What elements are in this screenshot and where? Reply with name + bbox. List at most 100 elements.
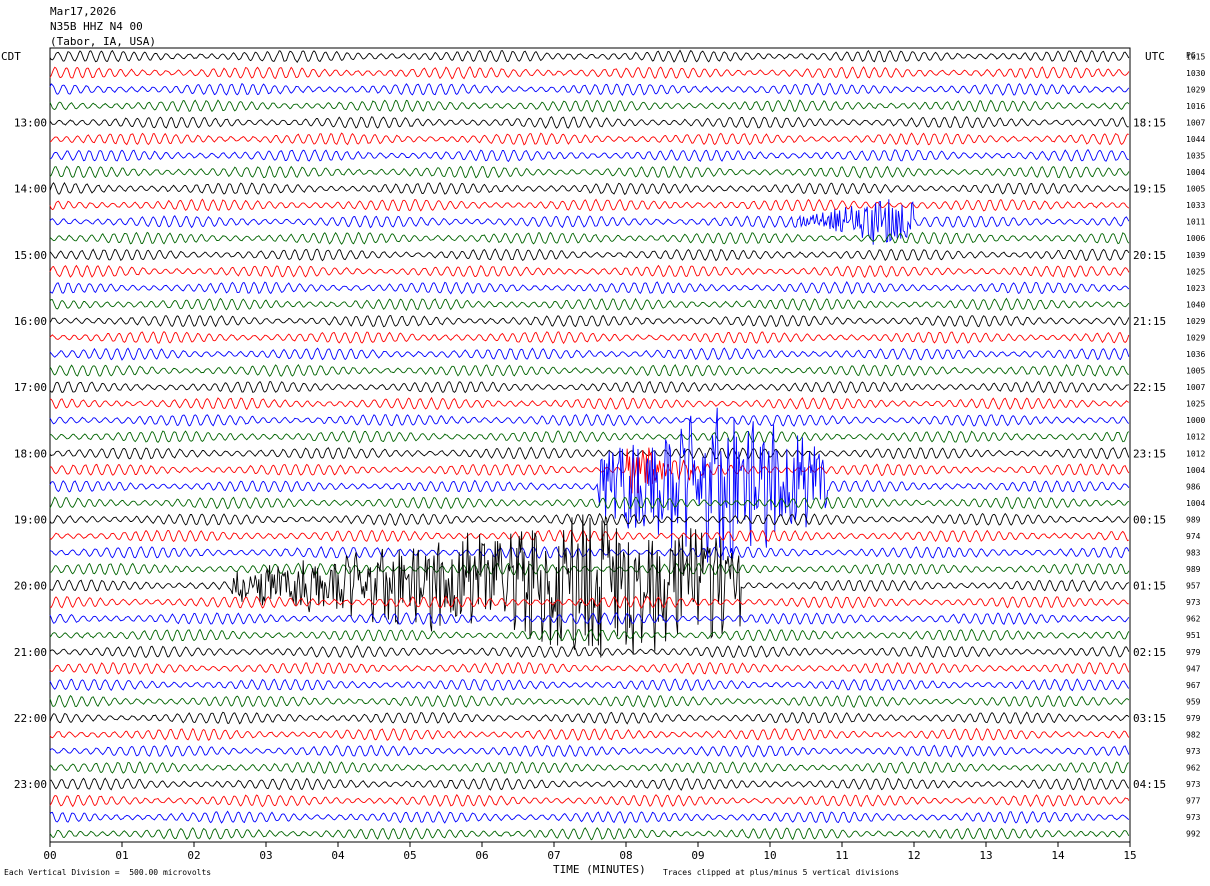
pg-value-46: 973 (1186, 813, 1201, 822)
trace-row-23 (49, 430, 1130, 444)
trace-row-21 (49, 396, 1130, 411)
trace-row-14 (49, 280, 1130, 295)
trace-row-39 (49, 694, 1130, 709)
pg-value-9: 1033 (1186, 201, 1205, 210)
trace-row-12 (49, 248, 1130, 262)
trace-row-11 (49, 231, 1130, 245)
trace-row-13 (49, 264, 1130, 278)
pg-value-20: 1007 (1186, 383, 1205, 392)
pg-value-30: 983 (1186, 549, 1201, 558)
pg-value-19: 1005 (1186, 367, 1205, 376)
pg-value-7: 1004 (1186, 168, 1205, 177)
trace-row-43 (49, 761, 1130, 774)
pg-value-40: 979 (1186, 714, 1201, 723)
cdt-label-23:00: 23:00 (14, 778, 47, 791)
pg-value-21: 1025 (1186, 400, 1205, 409)
trace-row-6 (49, 148, 1129, 163)
pg-value-25: 1004 (1186, 466, 1205, 475)
trace-row-5 (49, 132, 1129, 146)
pg-value-28: 989 (1186, 515, 1201, 524)
pg-value-14: 1023 (1186, 284, 1205, 293)
trace-row-20 (49, 380, 1129, 394)
trace-row-19 (49, 363, 1129, 377)
x-tick-label-13: 13 (979, 849, 992, 862)
utc-label-03:15: 03:15 (1133, 712, 1166, 725)
trace-row-2 (49, 82, 1130, 96)
pg-value-26: 986 (1186, 482, 1201, 491)
trace-row-17 (49, 330, 1130, 345)
trace-row-4 (49, 115, 1129, 129)
plot-frame (49, 47, 1131, 843)
trace-row-40 (49, 711, 1130, 725)
trace-row-7 (49, 165, 1130, 179)
trace-row-3 (49, 99, 1130, 113)
x-tick-label-11: 11 (835, 849, 848, 862)
cdt-label-18:00: 18:00 (14, 447, 47, 460)
x-tick-label-14: 14 (1051, 849, 1065, 862)
pg-value-3: 1016 (1186, 102, 1205, 111)
pg-value-22: 1000 (1186, 416, 1205, 425)
x-tick-label-01: 01 (115, 849, 128, 862)
trace-row-35 (49, 628, 1130, 642)
cdt-label-19:00: 19:00 (14, 513, 47, 526)
utc-label-19:15: 19:15 (1133, 183, 1166, 196)
trace-row-44 (49, 777, 1130, 792)
trace-row-1 (49, 66, 1130, 80)
x-tick-label-03: 03 (259, 849, 272, 862)
pg-value-15: 1040 (1186, 300, 1205, 309)
pg-value-13: 1025 (1186, 267, 1205, 276)
x-tick-label-07: 07 (547, 849, 560, 862)
pg-value-5: 1044 (1186, 135, 1205, 144)
utc-label-01:15: 01:15 (1133, 580, 1166, 593)
pg-value-33: 973 (1186, 598, 1201, 607)
utc-label-00:15: 00:15 (1133, 513, 1166, 526)
pg-value-43: 962 (1186, 764, 1201, 773)
cdt-label-14:00: 14:00 (14, 183, 47, 196)
x-tick-label-09: 09 (691, 849, 704, 862)
pg-value-24: 1012 (1186, 449, 1205, 458)
pg-value-39: 959 (1186, 697, 1201, 706)
cdt-label-15:00: 15:00 (14, 249, 47, 262)
trace-row-25 (49, 447, 1130, 494)
cdt-label-20:00: 20:00 (14, 580, 47, 593)
pg-value-45: 977 (1186, 797, 1201, 806)
trace-row-9 (49, 198, 1130, 212)
trace-row-37 (49, 661, 1130, 675)
pg-value-27: 1004 (1186, 499, 1205, 508)
x-tick-label-05: 05 (403, 849, 416, 862)
trace-row-16 (49, 314, 1130, 328)
trace-row-47 (49, 827, 1130, 841)
trace-row-0 (49, 49, 1130, 64)
trace-row-36 (49, 644, 1130, 659)
pg-value-44: 973 (1186, 780, 1201, 789)
x-tick-label-12: 12 (907, 849, 920, 862)
trace-row-22 (49, 413, 1130, 427)
x-tick-label-02: 02 (187, 849, 200, 862)
utc-label-02:15: 02:15 (1133, 646, 1166, 659)
x-tick-label-10: 10 (763, 849, 776, 862)
utc-label-04:15: 04:15 (1133, 778, 1166, 791)
trace-row-18 (49, 347, 1130, 361)
x-tick-label-15: 15 (1123, 849, 1136, 862)
cdt-label-13:00: 13:00 (14, 116, 47, 129)
pg-value-0: 1015 (1186, 52, 1205, 61)
utc-label-21:15: 21:15 (1133, 315, 1166, 328)
pg-value-6: 1035 (1186, 152, 1205, 161)
pg-value-32: 957 (1186, 582, 1201, 591)
pg-value-18: 1036 (1186, 350, 1205, 359)
cdt-label-22:00: 22:00 (14, 712, 47, 725)
trace-row-41 (49, 727, 1130, 742)
x-tick-label-00: 00 (43, 849, 56, 862)
trace-row-38 (49, 678, 1130, 692)
pg-value-31: 989 (1186, 565, 1201, 574)
pg-value-11: 1006 (1186, 234, 1205, 243)
trace-row-27 (49, 496, 1130, 510)
trace-row-8 (49, 181, 1130, 196)
pg-value-36: 979 (1186, 648, 1201, 657)
helicorder-plot: 1015103010291016100710441035100410051033… (14, 47, 1205, 862)
cdt-label-21:00: 21:00 (14, 646, 47, 659)
pg-value-37: 947 (1186, 664, 1201, 673)
utc-label-23:15: 23:15 (1133, 447, 1166, 460)
trace-row-46 (49, 810, 1130, 824)
utc-label-22:15: 22:15 (1133, 381, 1166, 394)
